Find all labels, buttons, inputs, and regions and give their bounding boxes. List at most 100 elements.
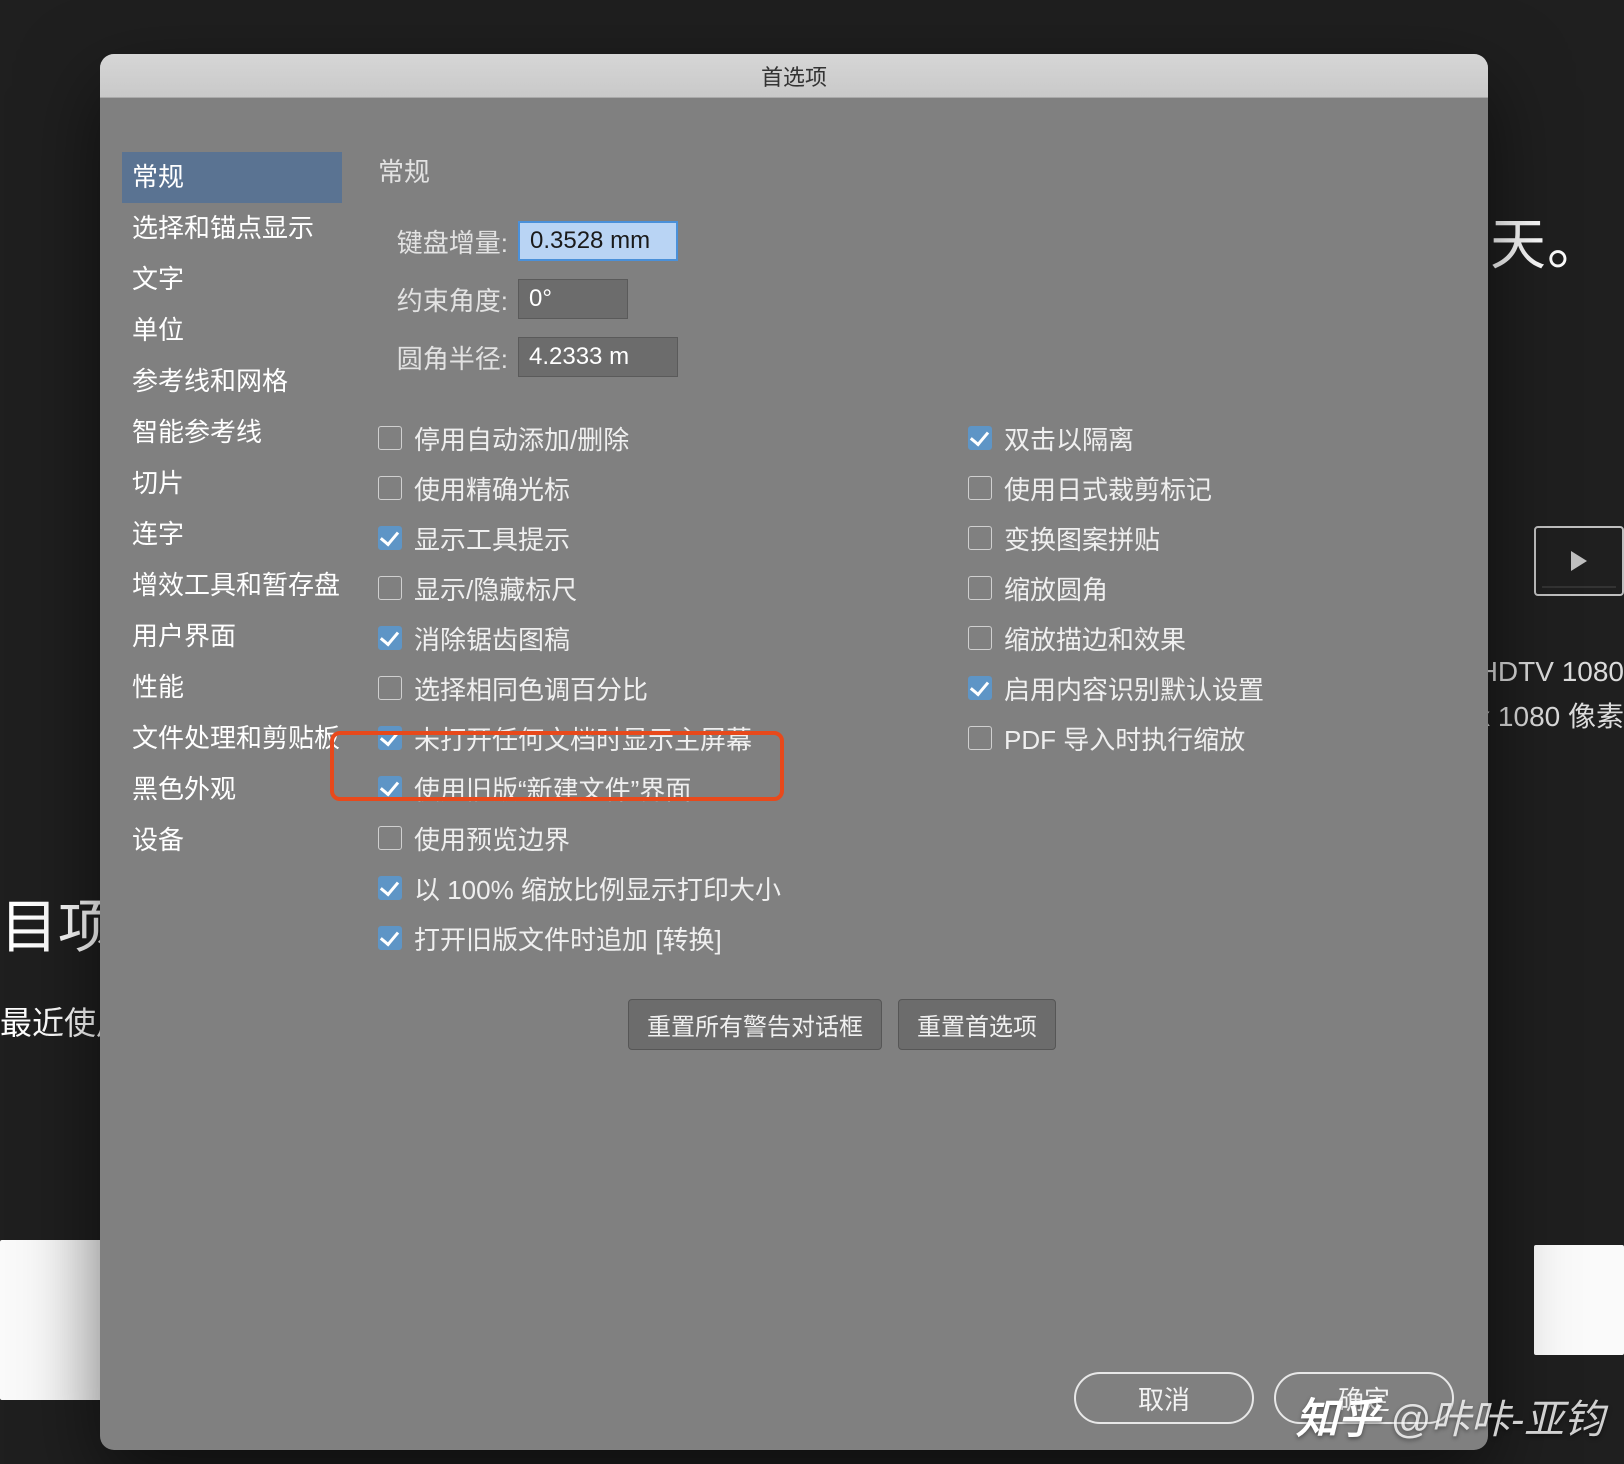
check-left-row-8: 使用预览边界 [378, 813, 968, 863]
check-left-row-0: 停用自动添加/删除 [378, 413, 968, 463]
check-right-row-2: 变换图案拼贴 [968, 513, 1466, 563]
check-right-row-6: PDF 导入时执行缩放 [968, 713, 1466, 763]
check-right-row-3: 缩放圆角 [968, 563, 1466, 613]
check-left-checkbox-1[interactable] [378, 476, 402, 500]
check-left-row-5: 选择相同色调百分比 [378, 663, 968, 713]
corner-radius-input[interactable] [518, 337, 678, 377]
cancel-button[interactable]: 取消 [1074, 1372, 1254, 1424]
check-right-checkbox-4[interactable] [968, 626, 992, 650]
sidebar-item-2[interactable]: 文字 [122, 254, 342, 305]
preferences-dialog: 首选项 常规选择和锚点显示文字单位参考线和网格智能参考线切片连字增效工具和暂存盘… [100, 54, 1488, 1450]
sidebar-item-8[interactable]: 增效工具和暂存盘 [122, 560, 342, 611]
zhihu-watermark: 知乎 @咔咔-亚钧 [1296, 1385, 1604, 1446]
check-left-row-6: 未打开任何文档时显示主屏幕 [378, 713, 968, 763]
check-right-label-5: 启用内容识别默认设置 [1004, 670, 1264, 707]
recent-thumbnail-right[interactable] [1534, 1245, 1624, 1355]
corner-radius-label: 圆角半径: [378, 339, 508, 376]
check-left-label-6: 未打开任何文档时显示主屏幕 [414, 720, 752, 757]
sidebar-item-0[interactable]: 常规 [122, 152, 342, 203]
check-left-row-3: 显示/隐藏标尺 [378, 563, 968, 613]
check-right-checkbox-6[interactable] [968, 726, 992, 750]
field-constrain-angle: 约束角度: [378, 279, 1466, 319]
recent-thumbnail-left[interactable] [0, 1240, 110, 1400]
check-left-checkbox-7[interactable] [378, 776, 402, 800]
sidebar-item-4[interactable]: 参考线和网格 [122, 356, 342, 407]
reset-warnings-button[interactable]: 重置所有警告对话框 [628, 999, 882, 1050]
check-left-label-3: 显示/隐藏标尺 [414, 570, 577, 607]
check-left-label-10: 打开旧版文件时追加 [转换] [414, 920, 722, 957]
sidebar-item-10[interactable]: 性能 [122, 662, 342, 713]
check-left-checkbox-4[interactable] [378, 626, 402, 650]
sidebar-item-7[interactable]: 连字 [122, 509, 342, 560]
constrain-angle-label: 约束角度: [378, 281, 508, 318]
check-right-label-3: 缩放圆角 [1004, 570, 1108, 607]
bg-preset-line1: HDTV 1080 [1476, 650, 1624, 695]
check-right-checkbox-3[interactable] [968, 576, 992, 600]
bg-heading-left: 目项 [0, 880, 116, 964]
check-right-label-2: 变换图案拼贴 [1004, 520, 1160, 557]
video-play-icon[interactable] [1534, 526, 1624, 596]
check-right-label-1: 使用日式裁剪标记 [1004, 470, 1212, 507]
zhihu-logo-icon: 知乎 [1296, 1385, 1380, 1446]
check-left-row-4: 消除锯齿图稿 [378, 613, 968, 663]
check-left-row-7: 使用旧版“新建文件”界面 [378, 763, 968, 813]
reset-button-row: 重置所有警告对话框 重置首选项 [628, 999, 1466, 1050]
sidebar-item-6[interactable]: 切片 [122, 458, 342, 509]
reset-preferences-button[interactable]: 重置首选项 [898, 999, 1056, 1050]
dialog-body: 常规选择和锚点显示文字单位参考线和网格智能参考线切片连字增效工具和暂存盘用户界面… [100, 98, 1488, 1450]
check-left-checkbox-5[interactable] [378, 676, 402, 700]
check-left-row-10: 打开旧版文件时追加 [转换] [378, 913, 968, 963]
constrain-angle-input[interactable] [518, 279, 628, 319]
check-left-label-7: 使用旧版“新建文件”界面 [414, 770, 691, 807]
check-left-checkbox-8[interactable] [378, 826, 402, 850]
checkbox-column-right: 双击以隔离使用日式裁剪标记变换图案拼贴缩放圆角缩放描边和效果启用内容识别默认设置… [968, 413, 1466, 963]
preferences-sidebar: 常规选择和锚点显示文字单位参考线和网格智能参考线切片连字增效工具和暂存盘用户界面… [122, 152, 342, 1430]
check-left-checkbox-10[interactable] [378, 926, 402, 950]
field-corner-radius: 圆角半径: [378, 337, 1466, 377]
preferences-content: 常规 键盘增量: 约束角度: 圆角半径: 停用自动添加/删除使用精确光标显示工具… [342, 152, 1466, 1430]
field-keyboard-increment: 键盘增量: [378, 221, 1466, 261]
sidebar-item-9[interactable]: 用户界面 [122, 611, 342, 662]
bg-text-right: 天。 [1490, 200, 1604, 281]
check-left-checkbox-0[interactable] [378, 426, 402, 450]
check-right-row-0: 双击以隔离 [968, 413, 1466, 463]
sidebar-item-1[interactable]: 选择和锚点显示 [122, 203, 342, 254]
check-right-row-5: 启用内容识别默认设置 [968, 663, 1466, 713]
check-right-checkbox-2[interactable] [968, 526, 992, 550]
check-left-label-2: 显示工具提示 [414, 520, 570, 557]
check-left-checkbox-3[interactable] [378, 576, 402, 600]
check-right-checkbox-1[interactable] [968, 476, 992, 500]
checkbox-column-left: 停用自动添加/删除使用精确光标显示工具提示显示/隐藏标尺消除锯齿图稿选择相同色调… [378, 413, 968, 963]
dialog-title: 首选项 [100, 54, 1488, 98]
check-left-label-9: 以 100% 缩放比例显示打印大小 [414, 870, 781, 907]
keyboard-increment-label: 键盘增量: [378, 223, 508, 260]
sidebar-item-3[interactable]: 单位 [122, 305, 342, 356]
check-right-label-4: 缩放描边和效果 [1004, 620, 1186, 657]
checkbox-area: 停用自动添加/删除使用精确光标显示工具提示显示/隐藏标尺消除锯齿图稿选择相同色调… [378, 413, 1466, 963]
sidebar-item-5[interactable]: 智能参考线 [122, 407, 342, 458]
check-right-row-1: 使用日式裁剪标记 [968, 463, 1466, 513]
check-right-row-4: 缩放描边和效果 [968, 613, 1466, 663]
check-left-row-1: 使用精确光标 [378, 463, 968, 513]
check-left-label-8: 使用预览边界 [414, 820, 570, 857]
check-right-label-6: PDF 导入时执行缩放 [1004, 720, 1245, 757]
check-left-row-2: 显示工具提示 [378, 513, 968, 563]
check-right-label-0: 双击以隔离 [1004, 420, 1134, 457]
check-left-checkbox-9[interactable] [378, 876, 402, 900]
bg-preset-line2: x 1080 像素 [1476, 695, 1624, 740]
check-right-checkbox-0[interactable] [968, 426, 992, 450]
watermark-author: @咔咔-亚钧 [1390, 1387, 1604, 1445]
check-left-checkbox-6[interactable] [378, 726, 402, 750]
sidebar-item-13[interactable]: 设备 [122, 815, 342, 866]
check-left-checkbox-2[interactable] [378, 526, 402, 550]
check-left-label-5: 选择相同色调百分比 [414, 670, 648, 707]
sidebar-item-12[interactable]: 黑色外观 [122, 764, 342, 815]
check-left-label-4: 消除锯齿图稿 [414, 620, 570, 657]
bg-preset-label: HDTV 1080 x 1080 像素 [1476, 650, 1624, 740]
sidebar-item-11[interactable]: 文件处理和剪贴板 [122, 713, 342, 764]
section-title: 常规 [378, 152, 1466, 189]
keyboard-increment-input[interactable] [518, 221, 678, 261]
check-left-label-1: 使用精确光标 [414, 470, 570, 507]
check-right-checkbox-5[interactable] [968, 676, 992, 700]
check-left-row-9: 以 100% 缩放比例显示打印大小 [378, 863, 968, 913]
